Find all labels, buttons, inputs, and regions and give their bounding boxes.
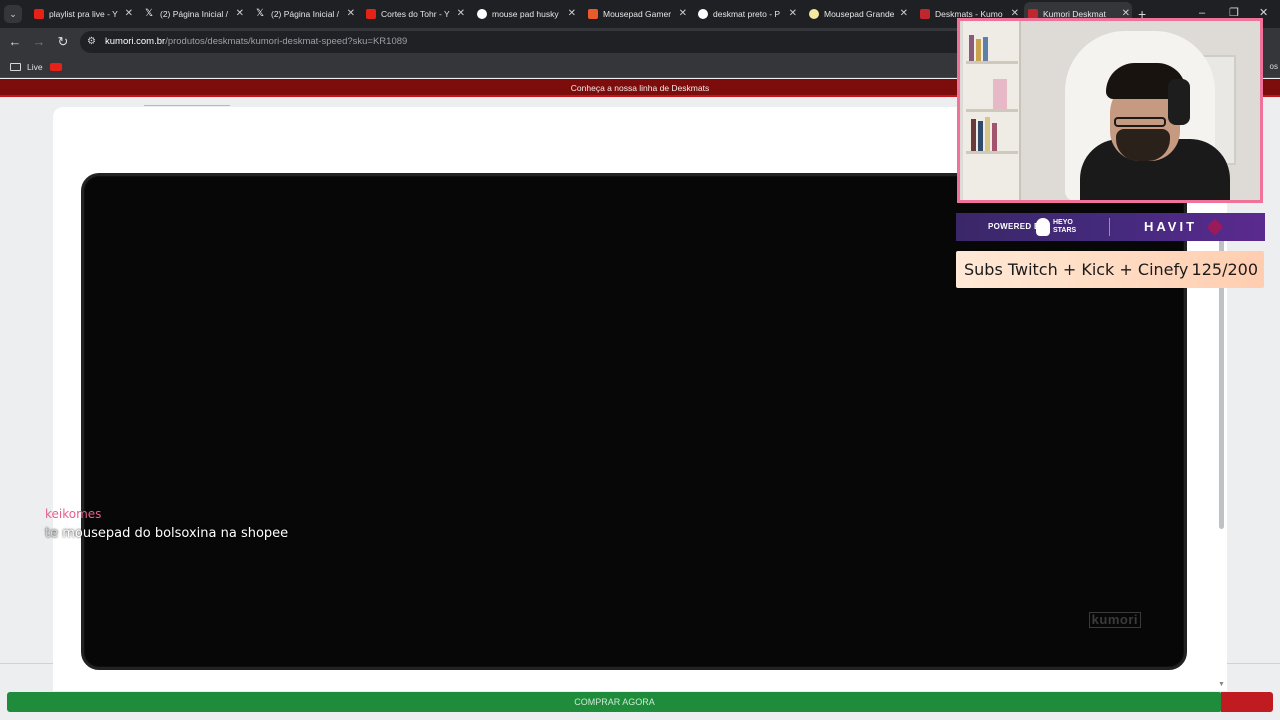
browser-tab[interactable]: Mousepad Gamer ✕ <box>584 4 689 24</box>
browser-tab[interactable]: Mousepad Grande ✕ <box>805 4 910 24</box>
tab-title: (2) Página Inicial / <box>160 9 229 19</box>
close-tab-icon[interactable]: ✕ <box>125 4 133 24</box>
back-icon[interactable]: ← <box>7 34 23 50</box>
bookmark-folder-live[interactable]: Live <box>10 60 43 74</box>
browser-tab[interactable]: mouse pad husky ✕ <box>473 4 578 24</box>
x-icon: 𝕏 <box>256 8 265 19</box>
chat-message: te mousepad do bolsoxina na shopee <box>45 526 289 541</box>
headset-icon <box>1168 79 1190 125</box>
webcam-feed <box>957 18 1263 203</box>
divider <box>1109 218 1110 236</box>
close-tab-icon[interactable]: ✕ <box>236 4 244 24</box>
close-tab-icon[interactable]: ✕ <box>457 4 465 24</box>
tab-title: mouse pad husky <box>492 9 559 19</box>
shop-icon <box>588 9 598 19</box>
close-tab-icon[interactable]: ✕ <box>347 4 355 24</box>
browser-tab[interactable]: 𝕏 (2) Página Inicial / ✕ <box>141 4 246 24</box>
kumori-icon <box>920 9 930 19</box>
close-tab-icon[interactable]: ✕ <box>789 4 797 24</box>
buy-now-button[interactable]: COMPRAR AGORA <box>7 692 1222 712</box>
bookshelf <box>963 21 1021 200</box>
tab-title: playlist pra live - Y <box>49 9 118 19</box>
tab-title: Mousepad Grande <box>824 9 894 19</box>
scroll-down-icon[interactable]: ▼ <box>1218 681 1225 688</box>
all-bookmarks[interactable]: os <box>1270 60 1278 74</box>
site-info-icon[interactable]: ⚙ <box>87 36 99 48</box>
close-tab-icon[interactable]: ✕ <box>900 4 908 24</box>
tab-title: Mousepad Gamer <box>603 9 672 19</box>
tab-title: deskmat preto - P <box>713 9 781 19</box>
youtube-bookmark-icon[interactable] <box>50 63 62 71</box>
reload-icon[interactable]: ↻ <box>55 34 71 50</box>
folder-icon <box>10 63 21 71</box>
goal-count: 125/200 <box>1191 260 1258 279</box>
x-icon: 𝕏 <box>145 8 154 19</box>
divider <box>0 663 53 664</box>
youtube-icon <box>366 9 376 19</box>
google-icon <box>698 9 708 19</box>
streamer-glasses <box>1114 117 1166 127</box>
chat-username: keikomes <box>45 507 102 521</box>
browser-tab[interactable]: 𝕏 (2) Página Inicial / ✕ <box>252 4 357 24</box>
sub-goal-widget: Subs Twitch + Kick + Cinefy 125/200 <box>956 251 1264 288</box>
heyo-stars-logo: HEYO STARS <box>1053 219 1077 234</box>
tab-title: Cortes do Tohr - Y <box>381 9 450 19</box>
tab-search-button[interactable]: ⌄ <box>4 5 22 23</box>
deskmat-image[interactable]: kumori <box>81 173 1187 670</box>
buy-button-accent[interactable] <box>1221 692 1273 712</box>
divider <box>1227 663 1280 664</box>
shop-icon <box>809 9 819 19</box>
google-icon <box>477 9 487 19</box>
browser-tab[interactable]: deskmat preto - P ✕ <box>694 4 799 24</box>
heyo-stars-logo-icon <box>1036 218 1050 236</box>
youtube-icon <box>34 9 44 19</box>
nav-underline <box>144 105 230 106</box>
forward-icon[interactable]: → <box>31 34 47 50</box>
browser-tab[interactable]: playlist pra live - Y ✕ <box>30 4 135 24</box>
close-tab-icon[interactable]: ✕ <box>568 4 576 24</box>
sponsor-banner: POWERED BY HEYO STARS HAVIT <box>956 213 1265 241</box>
havit-mark-icon <box>1206 218 1224 236</box>
url-text: kumori.com.br/produtos/deskmats/kumori-d… <box>105 36 408 47</box>
goal-label: Subs Twitch + Kick + Cinefy <box>964 260 1189 279</box>
havit-logo: HAVIT <box>1144 219 1198 234</box>
tab-title: (2) Página Inicial / <box>271 9 340 19</box>
address-bar[interactable]: ⚙ kumori.com.br/produtos/deskmats/kumori… <box>80 31 980 53</box>
kumori-logo: kumori <box>1088 612 1141 628</box>
close-tab-icon[interactable]: ✕ <box>679 4 687 24</box>
browser-tab[interactable]: Cortes do Tohr - Y ✕ <box>362 4 467 24</box>
